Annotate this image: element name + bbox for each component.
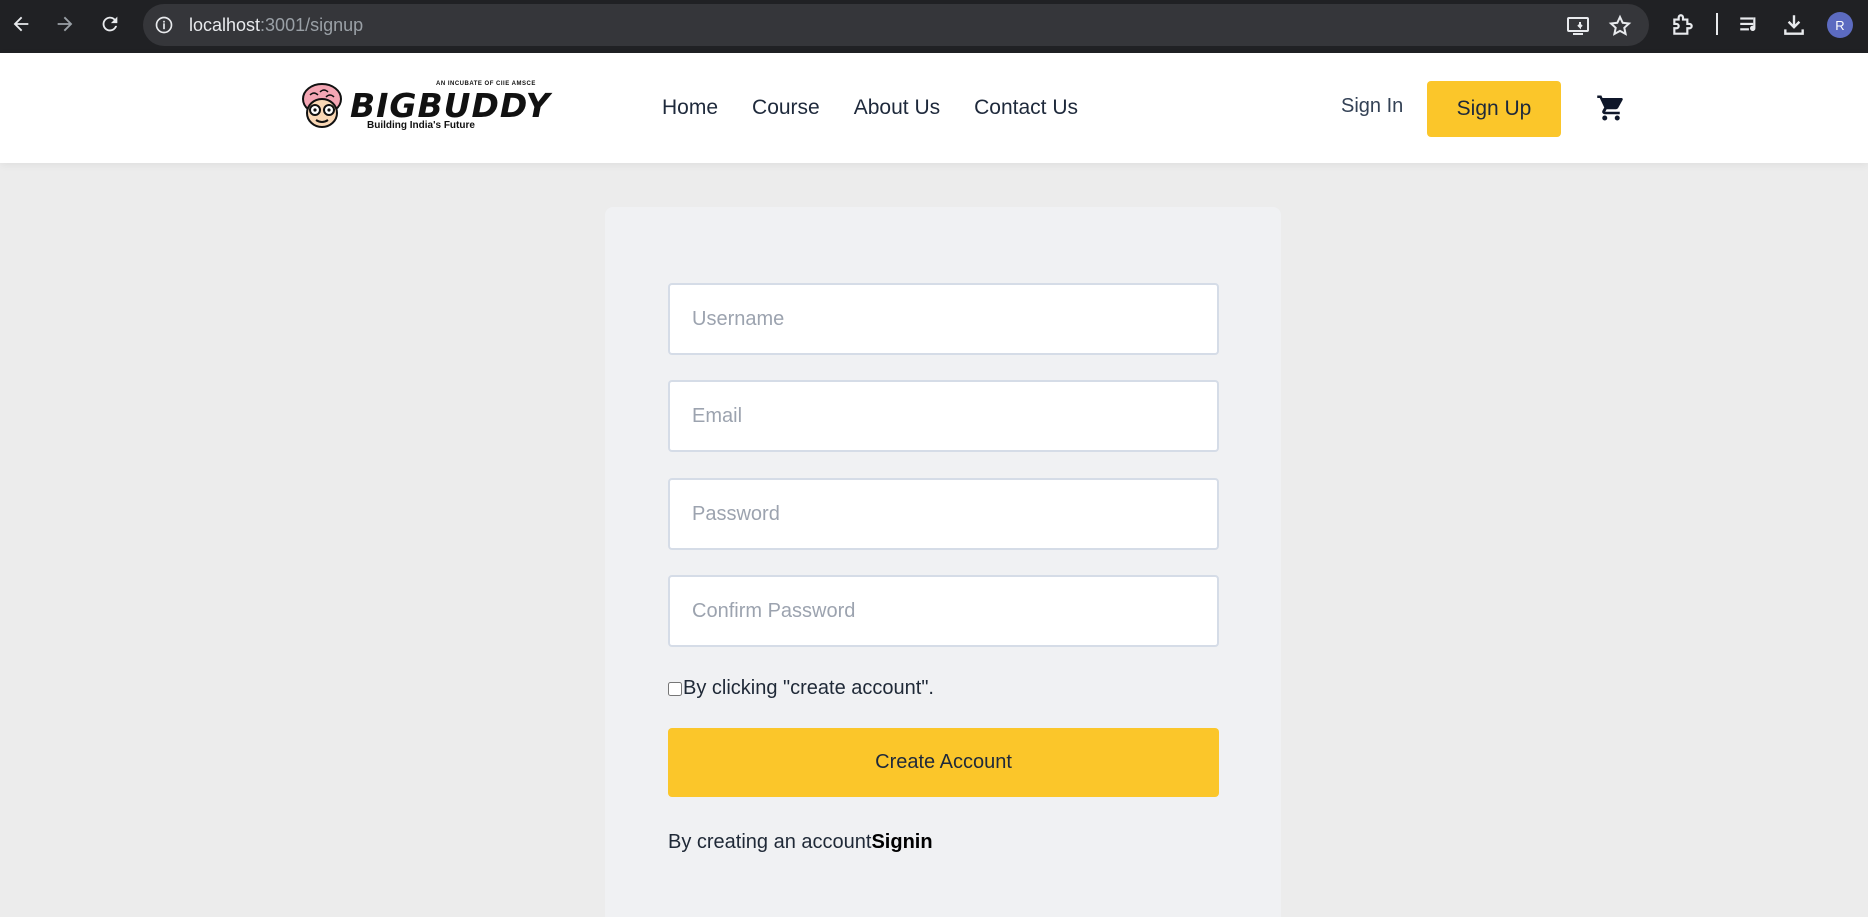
signup-button[interactable]: Sign Up	[1427, 81, 1561, 137]
main-nav: Home Course About Us Contact Us	[662, 96, 1112, 120]
email-input[interactable]	[668, 380, 1219, 452]
url-path: :3001/signup	[260, 15, 364, 35]
site-logo[interactable]: AN INCUBATE OF CIIE AMSCE BIGBUDDY Build…	[300, 79, 550, 131]
signin-link[interactable]: Sign In	[1341, 95, 1403, 118]
signin-prompt-link[interactable]: Signin	[871, 831, 932, 853]
signin-prompt-text: By creating an account	[668, 831, 872, 853]
url-host: localhost	[189, 15, 261, 35]
browser-toolbar: localhost:3001/signup R	[0, 0, 1868, 53]
nav-course-link[interactable]: Course	[752, 96, 820, 120]
url-text: localhost:3001/signup	[189, 15, 363, 36]
profile-avatar[interactable]: R	[1827, 12, 1853, 38]
nav-about-link[interactable]: About Us	[854, 96, 940, 120]
bookmark-star-icon[interactable]	[1608, 14, 1632, 38]
logo-mascot-icon	[302, 83, 342, 128]
cart-icon[interactable]	[1596, 93, 1626, 123]
terms-label: By clicking "create account".	[683, 677, 934, 699]
reload-icon[interactable]	[95, 9, 125, 39]
toolbar-divider	[1716, 13, 1718, 35]
install-app-icon[interactable]	[1566, 14, 1590, 38]
signup-card: By clicking "create account". Create Acc…	[605, 207, 1281, 917]
logo-tagline: Building India's Future	[367, 120, 475, 131]
create-account-button[interactable]: Create Account	[668, 728, 1219, 797]
nav-contact-link[interactable]: Contact Us	[974, 96, 1078, 120]
back-arrow-icon[interactable]	[6, 9, 36, 39]
terms-row: By clicking "create account".	[668, 677, 934, 700]
forward-arrow-icon[interactable]	[50, 9, 80, 39]
terms-checkbox[interactable]	[668, 681, 682, 696]
password-input[interactable]	[668, 478, 1219, 550]
extensions-icon[interactable]	[1670, 12, 1696, 38]
site-header: AN INCUBATE OF CIIE AMSCE BIGBUDDY Build…	[0, 53, 1868, 163]
signin-prompt: By creating an accountSignin	[668, 831, 933, 854]
media-control-icon[interactable]	[1737, 12, 1763, 38]
confirm-password-input[interactable]	[668, 575, 1219, 647]
username-input[interactable]	[668, 283, 1219, 355]
address-bar[interactable]: localhost:3001/signup	[143, 4, 1649, 46]
nav-home-link[interactable]: Home	[662, 96, 718, 120]
site-info-icon[interactable]	[153, 14, 175, 36]
download-icon[interactable]	[1781, 12, 1807, 38]
